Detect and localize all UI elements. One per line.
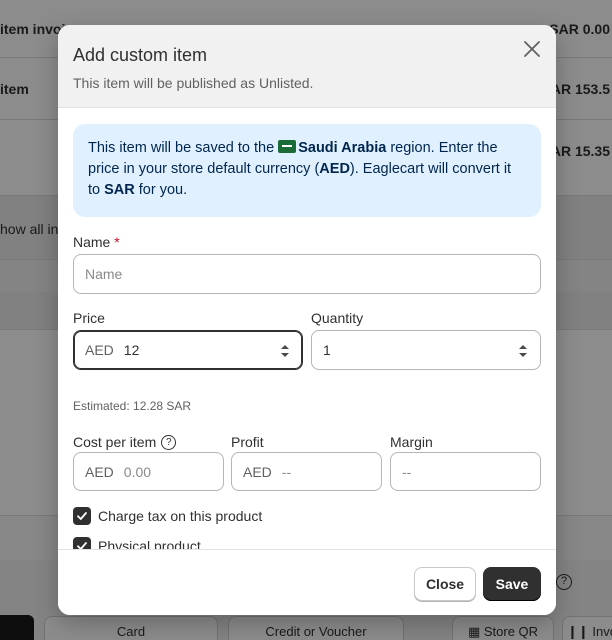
info-icon[interactable]: ? [161, 434, 177, 450]
modal-subtitle: This item will be published as Unlisted. [73, 75, 314, 91]
stepper-icon[interactable] [280, 343, 290, 359]
store-currency: AED [319, 161, 350, 177]
cost-currency-prefix: AED [85, 463, 114, 480]
region-name: Saudi Arabia [298, 140, 387, 156]
required-mark: * [114, 234, 120, 250]
quantity-value: 1 [323, 342, 331, 358]
profit-value: -- [281, 463, 292, 480]
quantity-label: Quantity [311, 310, 364, 326]
quantity-stepper[interactable]: 1 [311, 330, 541, 370]
charge-tax-label: Charge tax on this product [98, 508, 263, 524]
cost-label: Cost per item ? [73, 434, 177, 450]
cost-input[interactable]: AED 0.00 [73, 452, 224, 491]
price-label: Price [73, 310, 105, 326]
price-input[interactable]: AED 12 [73, 330, 303, 370]
name-input[interactable]: Name [73, 254, 541, 294]
price-currency-prefix: AED [85, 342, 114, 358]
cost-placeholder: 0.00 [123, 463, 152, 480]
modal-body: This item will be saved to the Saudi Ara… [73, 124, 541, 555]
price-value: 12 [123, 342, 140, 358]
modal-header: Add custom item This item will be publis… [58, 25, 556, 108]
charge-tax-checkbox-row[interactable]: Charge tax on this product [73, 507, 262, 525]
region-info-banner: This item will be saved to the Saudi Ara… [73, 124, 541, 217]
close-button[interactable]: Close [414, 567, 476, 601]
modal-title: Add custom item [73, 45, 208, 65]
profit-field: AED -- [231, 452, 382, 491]
name-placeholder: Name [85, 266, 123, 282]
stepper-icon[interactable] [518, 343, 528, 359]
margin-label: Margin [390, 434, 433, 450]
profit-label: Profit [231, 434, 264, 450]
checkmark-icon [77, 512, 87, 520]
charge-tax-checkbox[interactable] [73, 507, 91, 525]
name-label: Name * [73, 234, 120, 250]
saudi-flag-icon [278, 140, 297, 153]
save-button[interactable]: Save [483, 567, 541, 601]
profit-currency-prefix: AED [243, 463, 272, 480]
target-currency: SAR [104, 182, 135, 198]
add-custom-item-modal: Add custom item This item will be publis… [58, 25, 556, 615]
close-icon[interactable] [520, 37, 544, 61]
margin-field: -- [390, 452, 541, 491]
modal-footer: Close Save [58, 549, 556, 615]
price-estimate: Estimated: 12.28 SAR [73, 399, 192, 413]
margin-value: -- [402, 463, 412, 480]
